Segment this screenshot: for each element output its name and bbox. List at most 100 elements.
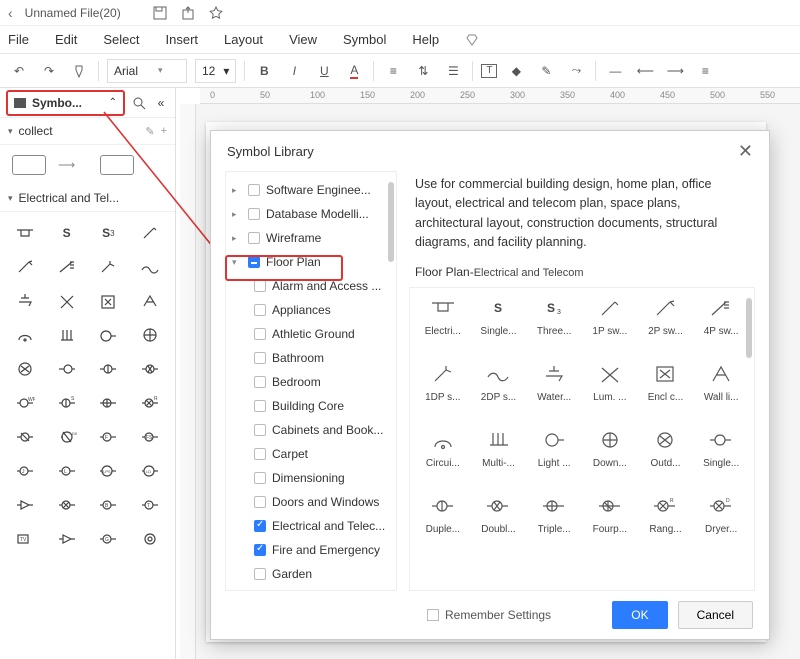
menu-help[interactable]: Help: [412, 32, 439, 47]
cancel-button[interactable]: Cancel: [678, 601, 753, 629]
tree-item[interactable]: Doors and Windows: [226, 490, 396, 514]
symbol-item[interactable]: [46, 250, 88, 284]
symbol-item[interactable]: [46, 522, 88, 556]
premium-icon[interactable]: [465, 33, 479, 47]
arrow-end-icon[interactable]: ⟶: [664, 60, 686, 82]
symbol-item[interactable]: S: [46, 386, 88, 420]
symbol-item[interactable]: T: [129, 488, 171, 522]
menu-select[interactable]: Select: [103, 32, 139, 47]
tree-item[interactable]: Cabinets and Book...: [226, 418, 396, 442]
tree-item[interactable]: Garden: [226, 562, 396, 586]
format-painter-icon[interactable]: [68, 60, 90, 82]
symbol-item[interactable]: [4, 284, 46, 318]
symbol-item[interactable]: S: [46, 216, 88, 250]
symbol-preview-item[interactable]: 1DP s...: [416, 360, 470, 422]
symbol-item[interactable]: LPS: [88, 454, 130, 488]
symbol-item[interactable]: J: [4, 454, 46, 488]
shape-rect[interactable]: [12, 155, 46, 175]
tree-item[interactable]: Dimensioning: [226, 466, 396, 490]
symbol-item[interactable]: WP: [4, 386, 46, 420]
symbol-item[interactable]: [4, 488, 46, 522]
add-icon[interactable]: +: [161, 125, 167, 138]
symbol-preview-item[interactable]: Duple...: [416, 492, 470, 554]
line-weight-icon[interactable]: ≡: [694, 60, 716, 82]
tree-item[interactable]: Alarm and Access ...: [226, 274, 396, 298]
tree-item[interactable]: HVAC Controls: [226, 586, 396, 591]
checkbox-icon[interactable]: [254, 472, 266, 484]
checkbox-icon[interactable]: [254, 328, 266, 340]
checkbox-icon[interactable]: [254, 376, 266, 388]
tree-item[interactable]: Electrical and Telec...: [226, 514, 396, 538]
symbol-item[interactable]: [88, 386, 130, 420]
symbol-item[interactable]: [46, 488, 88, 522]
symbol-item[interactable]: G: [88, 522, 130, 556]
fill-color-icon[interactable]: ◆: [505, 60, 527, 82]
symbol-preview-item[interactable]: Electri...: [416, 294, 470, 356]
symbol-item[interactable]: [4, 420, 46, 454]
symbol-item[interactable]: [88, 284, 130, 318]
checkbox-icon[interactable]: [254, 496, 266, 508]
menu-edit[interactable]: Edit: [55, 32, 77, 47]
tree-item[interactable]: Athletic Ground: [226, 322, 396, 346]
symbol-item[interactable]: [46, 284, 88, 318]
checkbox-icon[interactable]: [254, 520, 266, 532]
checkbox-partial-icon[interactable]: [248, 256, 260, 268]
symbol-item[interactable]: [129, 352, 171, 386]
symbol-item[interactable]: [4, 250, 46, 284]
pen-icon[interactable]: ✎: [535, 60, 557, 82]
tree-item[interactable]: Fire and Emergency: [226, 538, 396, 562]
text-box-icon[interactable]: T: [481, 64, 497, 78]
ok-button[interactable]: OK: [612, 601, 667, 629]
checkbox-icon[interactable]: [254, 544, 266, 556]
tree-item[interactable]: ▸Software Enginee...: [226, 178, 396, 202]
back-icon[interactable]: ‹: [8, 5, 13, 21]
symbol-preview-item[interactable]: Outd...: [639, 426, 693, 488]
edit-icon[interactable]: ✎: [145, 125, 154, 138]
symbol-preview-item[interactable]: 2DP s...: [472, 360, 526, 422]
symbol-preview-item[interactable]: Multi-...: [472, 426, 526, 488]
collapse-panel-icon[interactable]: «: [153, 96, 169, 110]
star-icon[interactable]: [209, 6, 223, 20]
font-family-select[interactable]: Arial ▾: [107, 59, 187, 83]
symbol-preview-item[interactable]: 4P sw...: [694, 294, 748, 356]
symbol-item[interactable]: LD: [129, 454, 171, 488]
line-spacing-icon[interactable]: ⇅: [412, 60, 434, 82]
tree-item[interactable]: ▸Database Modelli...: [226, 202, 396, 226]
symbol-item[interactable]: [4, 318, 46, 352]
tree-item[interactable]: ▸Wireframe: [226, 226, 396, 250]
menu-file[interactable]: File: [8, 32, 29, 47]
symbol-item[interactable]: S3: [88, 216, 130, 250]
menu-insert[interactable]: Insert: [166, 32, 199, 47]
symbol-preview-item[interactable]: Circui...: [416, 426, 470, 488]
align-icon[interactable]: ≡: [382, 60, 404, 82]
symbol-item[interactable]: [88, 318, 130, 352]
symbol-item[interactable]: [88, 250, 130, 284]
close-icon[interactable]: ✕: [738, 141, 753, 162]
menu-view[interactable]: View: [289, 32, 317, 47]
symbol-item[interactable]: [129, 250, 171, 284]
search-icon[interactable]: [131, 96, 147, 110]
symbol-item[interactable]: [46, 318, 88, 352]
symbol-item[interactable]: [129, 522, 171, 556]
bold-icon[interactable]: B: [253, 60, 275, 82]
symbol-item[interactable]: [46, 352, 88, 386]
symbol-preview-item[interactable]: Water...: [527, 360, 581, 422]
redo-icon[interactable]: ↷: [38, 60, 60, 82]
symbol-item[interactable]: [88, 352, 130, 386]
font-size-select[interactable]: 12 ▾: [195, 59, 236, 83]
tree-item-floor-plan[interactable]: ▾Floor Plan: [226, 250, 396, 274]
remember-settings-checkbox[interactable]: Remember Settings: [427, 608, 551, 622]
checkbox-icon[interactable]: [254, 400, 266, 412]
checkbox-icon[interactable]: [254, 304, 266, 316]
symbol-preview-item[interactable]: Down...: [583, 426, 637, 488]
line-style-icon[interactable]: —: [604, 60, 626, 82]
symbol-preview-item[interactable]: Triple...: [527, 492, 581, 554]
checkbox-icon[interactable]: [254, 352, 266, 364]
checkbox-icon[interactable]: [254, 568, 266, 580]
symbol-item[interactable]: [4, 216, 46, 250]
symbol-item[interactable]: B: [88, 488, 130, 522]
symbol-item[interactable]: [129, 284, 171, 318]
symbol-item[interactable]: TV: [4, 522, 46, 556]
symbol-preview-item[interactable]: Encl c...: [639, 360, 693, 422]
section-electrical[interactable]: ▾ Electrical and Tel...: [0, 185, 175, 212]
